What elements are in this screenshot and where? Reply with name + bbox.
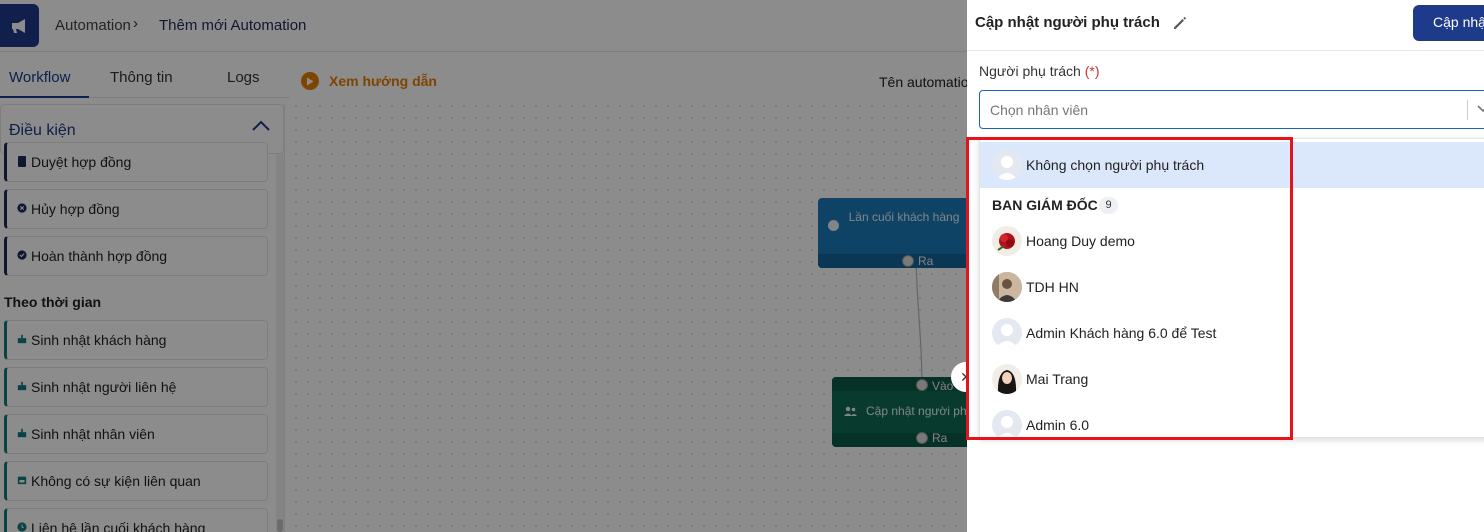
highlight-box (966, 137, 1293, 440)
select-divider (1467, 100, 1468, 120)
assignee-select-placeholder: Chọn nhân viên (990, 102, 1089, 118)
modal-backdrop[interactable] (0, 0, 967, 532)
automation-app: Automation › Thêm mới Automation Workflo… (0, 0, 1484, 532)
required-mark: (*) (1084, 63, 1100, 79)
drawer-title: Cập nhật người phụ trách (975, 14, 1160, 31)
update-button[interactable]: Cập nhậ (1413, 5, 1484, 41)
assignee-select[interactable]: Chọn nhân viên (979, 90, 1484, 129)
assignee-label-text: Người phụ trách (979, 63, 1081, 79)
chevron-down-icon[interactable] (1477, 105, 1484, 113)
pencil-icon[interactable] (1170, 13, 1190, 33)
assignee-field-label: Người phụ trách (*) (979, 63, 1100, 79)
drawer-header: Cập nhật người phụ trách Cập nhậ (967, 0, 1484, 51)
